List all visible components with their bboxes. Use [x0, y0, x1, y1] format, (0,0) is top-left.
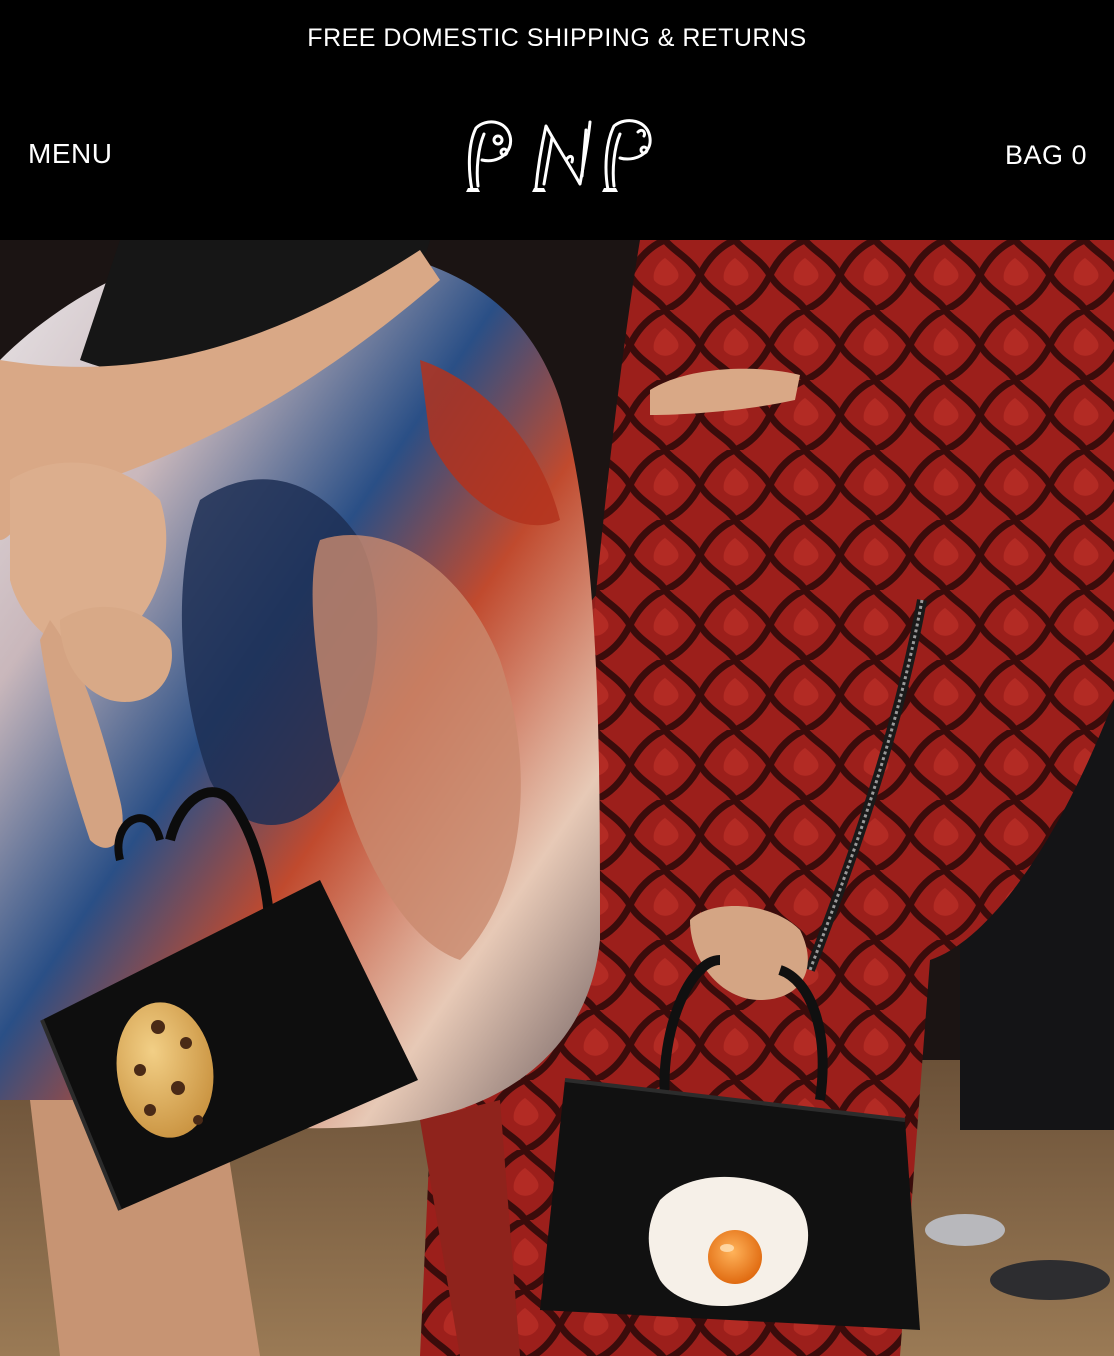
- bag-count: 0: [1071, 140, 1087, 170]
- bag-button[interactable]: BAG 0: [1005, 139, 1087, 171]
- announcement-bar: FREE DOMESTIC SHIPPING & RETURNS: [0, 0, 1114, 76]
- bag-label: BAG: [1004, 140, 1064, 170]
- menu-button[interactable]: MENU: [28, 138, 112, 170]
- site-header: MENU BAG 0: [0, 76, 1114, 240]
- pnp-logo[interactable]: [458, 114, 658, 196]
- announcement-text: FREE DOMESTIC SHIPPING & RETURNS: [307, 23, 807, 52]
- hero-photo: [0, 240, 1114, 1356]
